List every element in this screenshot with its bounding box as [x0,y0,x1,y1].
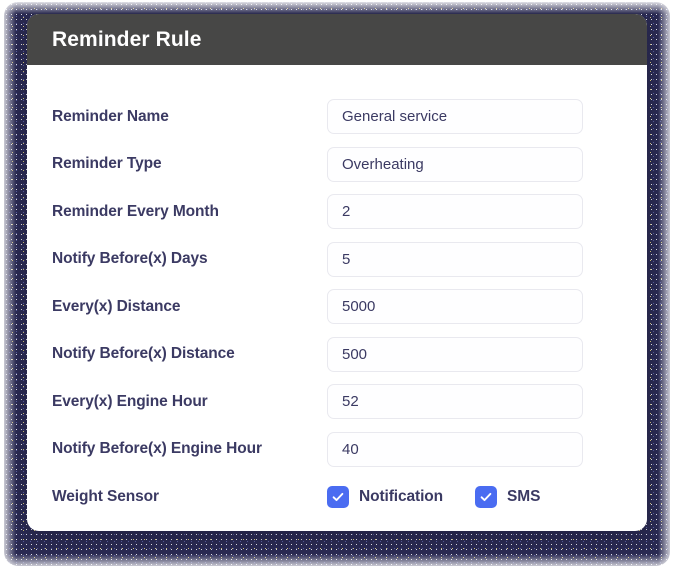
control-notify-before-days: 5 [327,241,622,277]
card-body: Reminder Name General service Reminder T… [27,65,647,521]
control-every-engine-hour: 52 [327,384,622,420]
control-reminder-every-month: 2 [327,194,622,230]
card-header: Reminder Rule [27,14,647,65]
checkbox-notification-label: Notification [359,487,444,505]
label-every-engine-hour: Every(x) Engine Hour [52,392,208,410]
label-reminder-name: Reminder Name [52,107,169,125]
label-notify-before-distance: Notify Before(x) Distance [52,345,235,363]
input-notify-before-days[interactable]: 5 [327,241,583,277]
form-row-weight-sensor: Weight Sensor Notification SMS [52,473,622,521]
checkbox-sms-label: SMS [507,487,541,505]
control-reminder-name: General service [327,99,622,135]
form-row-every-distance: Every(x) Distance 5000 [52,283,622,331]
input-reminder-type[interactable]: Overheating [327,146,583,182]
input-every-engine-hour[interactable]: 52 [327,384,583,420]
control-notify-before-engine-hour: 40 [327,431,622,467]
form-row-notify-before-engine-hour: Notify Before(x) Engine Hour 40 [52,426,622,474]
label-every-distance: Every(x) Distance [52,297,181,315]
label-notify-before-days: Notify Before(x) Days [52,250,208,268]
checkbox-notification[interactable]: Notification [327,485,444,508]
input-every-distance[interactable]: 5000 [327,289,583,325]
label-reminder-type: Reminder Type [52,155,162,173]
input-notify-before-engine-hour[interactable]: 40 [327,431,583,467]
form-row-notify-before-distance: Notify Before(x) Distance 500 [52,331,622,379]
label-weight-sensor: Weight Sensor [52,487,159,505]
form-row-reminder-every-month: Reminder Every Month 2 [52,188,622,236]
label-reminder-every-month: Reminder Every Month [52,202,219,220]
form-row-reminder-name: Reminder Name General service [52,93,622,141]
input-notify-before-distance[interactable]: 500 [327,336,583,372]
page-title: Reminder Rule [52,27,202,51]
control-reminder-type: Overheating [327,146,622,182]
control-notify-before-distance: 500 [327,336,622,372]
checkbox-sms[interactable]: SMS [475,485,541,508]
checkbox-sms-box[interactable] [475,485,498,508]
input-reminder-every-month[interactable]: 2 [327,194,583,230]
label-notify-before-engine-hour: Notify Before(x) Engine Hour [52,440,262,458]
check-icon [332,492,344,501]
check-icon [480,492,492,501]
checkbox-notification-box[interactable] [327,485,349,508]
input-reminder-name[interactable]: General service [327,99,583,135]
reminder-rule-card: Reminder Rule Reminder Name General serv… [27,14,647,531]
form-row-notify-before-days: Notify Before(x) Days 5 [52,236,622,284]
form-row-reminder-type: Reminder Type Overheating [52,141,622,189]
control-every-distance: 5000 [327,289,622,325]
form-row-every-engine-hour: Every(x) Engine Hour 52 [52,378,622,426]
control-weight-sensor: Notification SMS [327,485,622,508]
